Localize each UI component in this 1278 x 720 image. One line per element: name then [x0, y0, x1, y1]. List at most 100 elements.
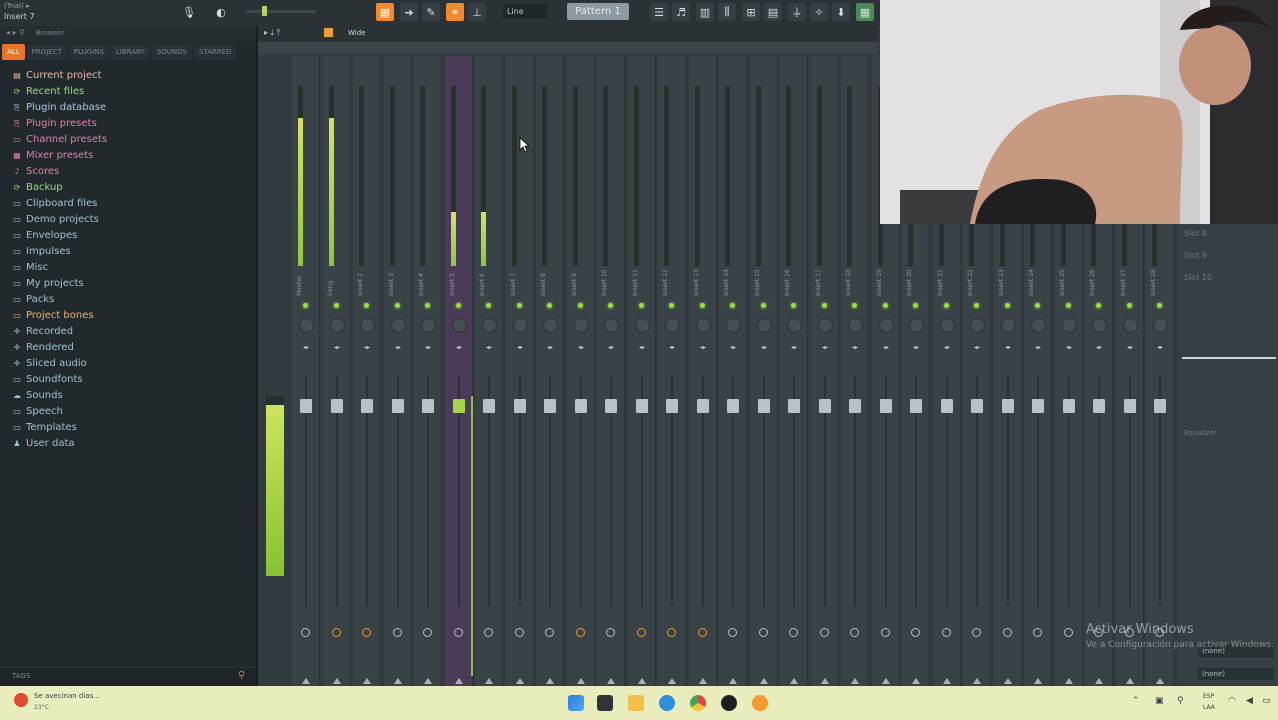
tab-sounds[interactable]: SOUNDS [151, 44, 192, 60]
mixer-track-9[interactable]: Insert 9 ◂▸ [567, 56, 595, 686]
track-enable-led[interactable] [1035, 303, 1040, 308]
capcut-icon[interactable] [721, 695, 737, 711]
track-enable-led[interactable] [791, 303, 796, 308]
track-name[interactable]: Insert 16 [784, 236, 798, 296]
pan-knob[interactable] [330, 318, 345, 333]
volume-fader-handle[interactable] [392, 399, 404, 413]
volume-fader-handle[interactable] [331, 399, 343, 413]
mic-icon[interactable]: 🎙 [180, 3, 198, 21]
pan-knob[interactable] [818, 318, 833, 333]
stereo-separation-icon[interactable]: ◂▸ [729, 343, 737, 363]
stereo-separation-icon[interactable]: ◂▸ [668, 343, 676, 363]
effect-slot-8[interactable]: Slot 8 [1184, 226, 1274, 242]
wifi-icon[interactable]: ◠ [1228, 696, 1236, 706]
arm-record-button[interactable] [393, 628, 402, 637]
track-name[interactable]: Insert 12 [662, 236, 676, 296]
arm-record-button[interactable] [1033, 628, 1042, 637]
track-enable-led[interactable] [974, 303, 979, 308]
send-arrow-icon[interactable] [363, 678, 371, 684]
track-enable-led[interactable] [303, 303, 308, 308]
edge-icon[interactable] [659, 695, 675, 711]
send-arrow-icon[interactable] [302, 678, 310, 684]
stereo-separation-icon[interactable]: ◂▸ [424, 343, 432, 363]
send-arrow-icon[interactable] [333, 678, 341, 684]
send-arrow-icon[interactable] [729, 678, 737, 684]
pan-knob[interactable] [299, 318, 314, 333]
send-arrow-icon[interactable] [485, 678, 493, 684]
volume-fader-handle[interactable] [758, 399, 770, 413]
pan-knob[interactable] [696, 318, 711, 333]
track-name[interactable]: Insert 7 [510, 236, 524, 296]
mixer-layout-icon[interactable] [324, 28, 333, 37]
browser-item-backup[interactable]: ⟳ Backup [12, 179, 63, 195]
volume-fader-handle[interactable] [483, 399, 495, 413]
track-name[interactable]: Insert 19 [876, 236, 890, 296]
weather-temp[interactable]: 23°C [34, 704, 49, 711]
pan-knob[interactable] [940, 318, 955, 333]
stereo-separation-icon[interactable]: ◂▸ [516, 343, 524, 363]
arm-record-button[interactable] [454, 628, 463, 637]
send-arrow-icon[interactable] [1126, 678, 1134, 684]
send-arrow-icon[interactable] [668, 678, 676, 684]
track-name[interactable]: Insert 14 [723, 236, 737, 296]
tab-plugins[interactable]: PLUGINS [68, 44, 109, 60]
send-arrow-icon[interactable] [394, 678, 402, 684]
track-name[interactable]: Master [296, 236, 310, 297]
track-enable-led[interactable] [334, 303, 339, 308]
track-name[interactable]: Insert 8 [540, 236, 554, 296]
volume-fader-handle[interactable] [514, 399, 526, 413]
mixer-track-3[interactable]: Insert 3 ◂▸ [384, 56, 412, 686]
arm-record-button[interactable] [484, 628, 493, 637]
track-name[interactable]: Insert 4 [418, 236, 432, 296]
send-arrow-icon[interactable] [760, 678, 768, 684]
browser-item-envelopes[interactable]: ▭ Envelopes [12, 227, 77, 243]
track-name[interactable]: Insert 28 [1150, 236, 1164, 296]
mixer-track-17[interactable]: Insert 17 ◂▸ [811, 56, 839, 686]
track-name[interactable]: Insert 6 [479, 236, 493, 296]
send-arrow-icon[interactable] [943, 678, 951, 684]
mixer-track-18[interactable]: Insert 18 ◂▸ [841, 56, 869, 686]
track-enable-led[interactable] [578, 303, 583, 308]
send-arrow-icon[interactable] [546, 678, 554, 684]
mixer-track-2[interactable]: Insert 2 ◂▸ [353, 56, 381, 686]
tray-network-icon[interactable]: ⚲ [1177, 696, 1184, 706]
pan-knob[interactable] [635, 318, 650, 333]
volume-fader-handle[interactable] [422, 399, 434, 413]
mixer-view-mode[interactable]: Wide [348, 29, 365, 37]
browser-item-sliced-audio[interactable]: ✛ Sliced audio [12, 355, 87, 371]
track-name[interactable]: Insert 5 [449, 236, 463, 296]
send-arrow-icon[interactable] [455, 678, 463, 684]
brush-icon[interactable]: ✎ [422, 3, 440, 21]
track-enable-led[interactable] [456, 303, 461, 308]
windows-start-icon[interactable] [568, 695, 584, 711]
stereo-separation-icon[interactable]: ◂▸ [1065, 343, 1073, 363]
mouse-icon[interactable]: ✧ [810, 3, 828, 21]
stereo-separation-icon[interactable]: ◂▸ [912, 343, 920, 363]
plug-icon[interactable]: ⏚ [788, 3, 806, 21]
pan-knob[interactable] [452, 318, 467, 333]
browser-item-soundfonts[interactable]: ▭ Soundfonts [12, 371, 82, 387]
pan-knob[interactable] [1153, 318, 1168, 333]
mixer-track-5[interactable]: Insert 5 ◂▸ [445, 56, 473, 686]
pan-knob[interactable] [879, 318, 894, 333]
mixer-track-14[interactable]: Insert 14 ◂▸ [719, 56, 747, 686]
mixer-track-11[interactable]: Insert 11 ◂▸ [628, 56, 656, 686]
weather-title[interactable]: Se avecinan días... [34, 692, 100, 700]
battery-icon[interactable]: ▭ [1262, 696, 1271, 706]
stereo-separation-icon[interactable]: ◂▸ [302, 343, 310, 363]
stereo-separation-icon[interactable]: ◂▸ [546, 343, 554, 363]
browser-item-user-data[interactable]: ♟ User data [12, 435, 74, 451]
stamp-icon[interactable]: ⊥ [468, 3, 486, 21]
stereo-separation-icon[interactable]: ◂▸ [577, 343, 585, 363]
arm-record-button[interactable] [1064, 628, 1073, 637]
mixer-track-master[interactable]: Master ◂▸ [292, 56, 320, 686]
track-enable-led[interactable] [669, 303, 674, 308]
stereo-separation-icon[interactable]: ◂▸ [821, 343, 829, 363]
mixer-track-15[interactable]: Insert 15 ◂▸ [750, 56, 778, 686]
send-arrow-icon[interactable] [607, 678, 615, 684]
stereo-separation-icon[interactable]: ◂▸ [455, 343, 463, 363]
stereo-separation-icon[interactable]: ◂▸ [882, 343, 890, 363]
volume-fader-handle[interactable] [910, 399, 922, 413]
pan-knob[interactable] [513, 318, 528, 333]
browser-item-recorded[interactable]: ✛ Recorded [12, 323, 73, 339]
